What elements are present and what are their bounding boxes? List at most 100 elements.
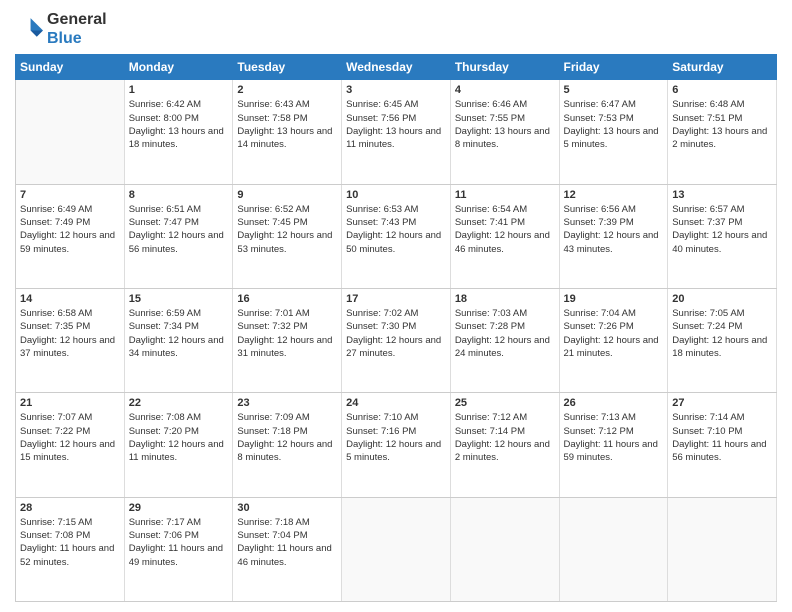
day-number: 30 (237, 502, 337, 514)
sunrise-text: Sunrise: 7:13 AM (564, 411, 664, 424)
day-info: Sunrise: 6:42 AM Sunset: 8:00 PM Dayligh… (129, 98, 229, 151)
daylight-text: Daylight: 13 hours and 2 minutes. (672, 125, 772, 152)
sunset-text: Sunset: 7:16 PM (346, 425, 446, 438)
daylight-text: Daylight: 13 hours and 18 minutes. (129, 125, 229, 152)
calendar-cell: 8 Sunrise: 6:51 AM Sunset: 7:47 PM Dayli… (124, 184, 233, 288)
sunrise-text: Sunrise: 6:42 AM (129, 98, 229, 111)
sunset-text: Sunset: 7:18 PM (237, 425, 337, 438)
sunset-text: Sunset: 7:14 PM (455, 425, 555, 438)
sunrise-text: Sunrise: 7:15 AM (20, 516, 120, 529)
calendar: SundayMondayTuesdayWednesdayThursdayFrid… (15, 54, 777, 602)
day-number: 12 (564, 189, 664, 201)
daylight-text: Daylight: 13 hours and 14 minutes. (237, 125, 337, 152)
daylight-text: Daylight: 12 hours and 18 minutes. (672, 334, 772, 361)
sunset-text: Sunset: 7:26 PM (564, 320, 664, 333)
day-info: Sunrise: 6:52 AM Sunset: 7:45 PM Dayligh… (237, 203, 337, 256)
sunset-text: Sunset: 7:35 PM (20, 320, 120, 333)
calendar-week-row: 7 Sunrise: 6:49 AM Sunset: 7:49 PM Dayli… (16, 184, 777, 288)
sunset-text: Sunset: 7:34 PM (129, 320, 229, 333)
sunrise-text: Sunrise: 7:18 AM (237, 516, 337, 529)
calendar-cell: 12 Sunrise: 6:56 AM Sunset: 7:39 PM Dayl… (559, 184, 668, 288)
day-info: Sunrise: 6:53 AM Sunset: 7:43 PM Dayligh… (346, 203, 446, 256)
day-info: Sunrise: 7:15 AM Sunset: 7:08 PM Dayligh… (20, 516, 120, 569)
daylight-text: Daylight: 12 hours and 2 minutes. (455, 438, 555, 465)
daylight-text: Daylight: 12 hours and 21 minutes. (564, 334, 664, 361)
sunset-text: Sunset: 7:06 PM (129, 529, 229, 542)
sunrise-text: Sunrise: 7:07 AM (20, 411, 120, 424)
sunrise-text: Sunrise: 6:54 AM (455, 203, 555, 216)
daylight-text: Daylight: 12 hours and 53 minutes. (237, 229, 337, 256)
sunset-text: Sunset: 7:08 PM (20, 529, 120, 542)
calendar-cell (668, 497, 777, 601)
calendar-cell: 23 Sunrise: 7:09 AM Sunset: 7:18 PM Dayl… (233, 393, 342, 497)
daylight-text: Daylight: 12 hours and 56 minutes. (129, 229, 229, 256)
calendar-cell: 29 Sunrise: 7:17 AM Sunset: 7:06 PM Dayl… (124, 497, 233, 601)
calendar-cell: 3 Sunrise: 6:45 AM Sunset: 7:56 PM Dayli… (342, 80, 451, 184)
sunset-text: Sunset: 7:28 PM (455, 320, 555, 333)
day-number: 1 (129, 84, 229, 96)
sunset-text: Sunset: 7:49 PM (20, 216, 120, 229)
calendar-cell: 24 Sunrise: 7:10 AM Sunset: 7:16 PM Dayl… (342, 393, 451, 497)
calendar-cell: 30 Sunrise: 7:18 AM Sunset: 7:04 PM Dayl… (233, 497, 342, 601)
logo-icon (15, 15, 43, 43)
day-number: 9 (237, 189, 337, 201)
header: General Blue (15, 10, 777, 48)
calendar-cell: 18 Sunrise: 7:03 AM Sunset: 7:28 PM Dayl… (450, 289, 559, 393)
day-number: 20 (672, 293, 772, 305)
sunset-text: Sunset: 7:43 PM (346, 216, 446, 229)
sunset-text: Sunset: 7:41 PM (455, 216, 555, 229)
daylight-text: Daylight: 11 hours and 46 minutes. (237, 542, 337, 569)
sunset-text: Sunset: 7:45 PM (237, 216, 337, 229)
sunrise-text: Sunrise: 7:17 AM (129, 516, 229, 529)
sunrise-text: Sunrise: 6:48 AM (672, 98, 772, 111)
sunset-text: Sunset: 7:04 PM (237, 529, 337, 542)
sunset-text: Sunset: 7:47 PM (129, 216, 229, 229)
sunset-text: Sunset: 7:32 PM (237, 320, 337, 333)
calendar-cell: 22 Sunrise: 7:08 AM Sunset: 7:20 PM Dayl… (124, 393, 233, 497)
sunrise-text: Sunrise: 6:46 AM (455, 98, 555, 111)
sunrise-text: Sunrise: 7:05 AM (672, 307, 772, 320)
day-number: 14 (20, 293, 120, 305)
calendar-cell: 13 Sunrise: 6:57 AM Sunset: 7:37 PM Dayl… (668, 184, 777, 288)
day-info: Sunrise: 6:59 AM Sunset: 7:34 PM Dayligh… (129, 307, 229, 360)
sunrise-text: Sunrise: 7:04 AM (564, 307, 664, 320)
sunset-text: Sunset: 7:56 PM (346, 112, 446, 125)
day-info: Sunrise: 7:10 AM Sunset: 7:16 PM Dayligh… (346, 411, 446, 464)
sunrise-text: Sunrise: 7:09 AM (237, 411, 337, 424)
sunset-text: Sunset: 7:51 PM (672, 112, 772, 125)
calendar-cell: 25 Sunrise: 7:12 AM Sunset: 7:14 PM Dayl… (450, 393, 559, 497)
day-number: 7 (20, 189, 120, 201)
sunset-text: Sunset: 8:00 PM (129, 112, 229, 125)
sunset-text: Sunset: 7:22 PM (20, 425, 120, 438)
sunset-text: Sunset: 7:24 PM (672, 320, 772, 333)
day-number: 15 (129, 293, 229, 305)
day-number: 28 (20, 502, 120, 514)
daylight-text: Daylight: 13 hours and 8 minutes. (455, 125, 555, 152)
daylight-text: Daylight: 12 hours and 50 minutes. (346, 229, 446, 256)
daylight-text: Daylight: 12 hours and 31 minutes. (237, 334, 337, 361)
weekday-header: Sunday (16, 55, 125, 80)
calendar-cell: 20 Sunrise: 7:05 AM Sunset: 7:24 PM Dayl… (668, 289, 777, 393)
page: General Blue SundayMondayTuesdayWednesda… (0, 0, 792, 612)
sunrise-text: Sunrise: 6:52 AM (237, 203, 337, 216)
day-number: 24 (346, 397, 446, 409)
calendar-cell: 9 Sunrise: 6:52 AM Sunset: 7:45 PM Dayli… (233, 184, 342, 288)
sunrise-text: Sunrise: 7:10 AM (346, 411, 446, 424)
day-number: 23 (237, 397, 337, 409)
day-number: 8 (129, 189, 229, 201)
sunrise-text: Sunrise: 7:03 AM (455, 307, 555, 320)
calendar-cell: 19 Sunrise: 7:04 AM Sunset: 7:26 PM Dayl… (559, 289, 668, 393)
weekday-header: Wednesday (342, 55, 451, 80)
day-info: Sunrise: 7:05 AM Sunset: 7:24 PM Dayligh… (672, 307, 772, 360)
sunrise-text: Sunrise: 6:53 AM (346, 203, 446, 216)
weekday-header: Tuesday (233, 55, 342, 80)
sunset-text: Sunset: 7:10 PM (672, 425, 772, 438)
calendar-cell: 4 Sunrise: 6:46 AM Sunset: 7:55 PM Dayli… (450, 80, 559, 184)
calendar-cell: 2 Sunrise: 6:43 AM Sunset: 7:58 PM Dayli… (233, 80, 342, 184)
day-info: Sunrise: 7:02 AM Sunset: 7:30 PM Dayligh… (346, 307, 446, 360)
sunrise-text: Sunrise: 7:12 AM (455, 411, 555, 424)
day-number: 25 (455, 397, 555, 409)
calendar-cell (559, 497, 668, 601)
sunset-text: Sunset: 7:12 PM (564, 425, 664, 438)
calendar-week-row: 1 Sunrise: 6:42 AM Sunset: 8:00 PM Dayli… (16, 80, 777, 184)
